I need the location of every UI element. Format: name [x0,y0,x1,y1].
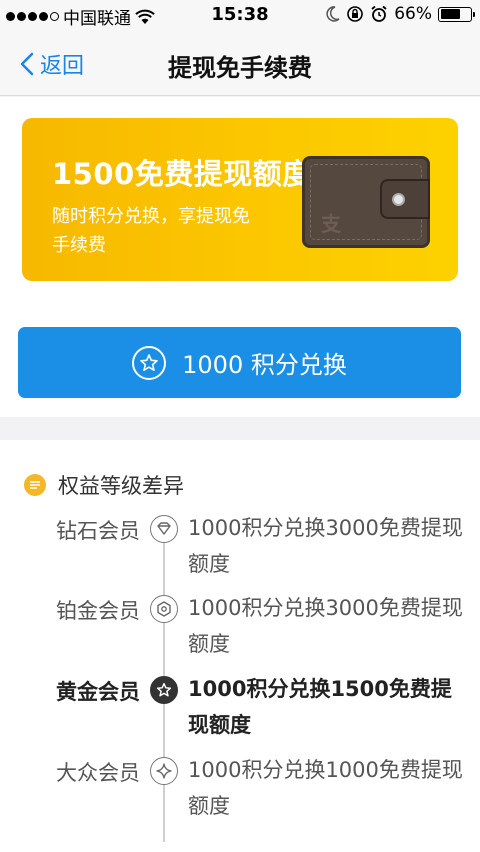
level-description: 1000积分兑换1000免费提现额度 [188,758,463,818]
redeem-label: 1000 积分兑换 [182,351,347,379]
message-icon [24,474,46,496]
level-name: 钻石会员 [56,519,140,543]
hexagon-icon [150,595,178,623]
navigation-bar: 返回 提现免手续费 [0,30,480,96]
status-right: 66% [326,4,475,24]
level-description: 1000积分兑换1500免费提现额度 [188,677,452,737]
status-bar: 中国联通 15:38 66% [0,0,480,30]
battery-percent: 66% [394,4,432,24]
promo-banner: 1500免费提现额度 随时积分兑换，享提现免手续费 支 [22,118,458,281]
section-title: 权益等级差异 [58,474,184,498]
star-icon [132,345,167,380]
redeem-points-button[interactable]: 1000 积分兑换 [18,327,461,398]
wallet-logo: 支 [321,212,341,236]
rotation-lock-icon [347,6,364,22]
diamond-icon [150,515,178,543]
level-name: 大众会员 [56,761,140,785]
alarm-icon [371,5,387,22]
promo-section: 1500免费提现额度 随时积分兑换，享提现免手续费 支 1000 积分兑换 [0,97,480,417]
wallet-icon: 支 [302,156,430,248]
level-description: 1000积分兑换3000免费提现额度 [188,516,463,576]
level-description: 1000积分兑换3000免费提现额度 [188,596,463,656]
page-title: 提现免手续费 [168,54,312,82]
star-icon [150,676,178,704]
moon-icon [326,6,340,22]
sparkle-icon [150,757,178,785]
banner-subtitle: 随时积分兑换，享提现免手续费 [52,206,250,256]
levels-section: 权益等级差异 钻石会员 1000积分兑换3000免费提现额度 铂金会员 1000… [0,440,480,852]
level-name: 黄金会员 [56,680,140,704]
banner-title: 1500免费提现额度 [52,157,312,191]
section-header: 权益等级差异 [24,470,184,500]
battery-icon [438,6,475,22]
level-name: 铂金会员 [56,599,140,623]
